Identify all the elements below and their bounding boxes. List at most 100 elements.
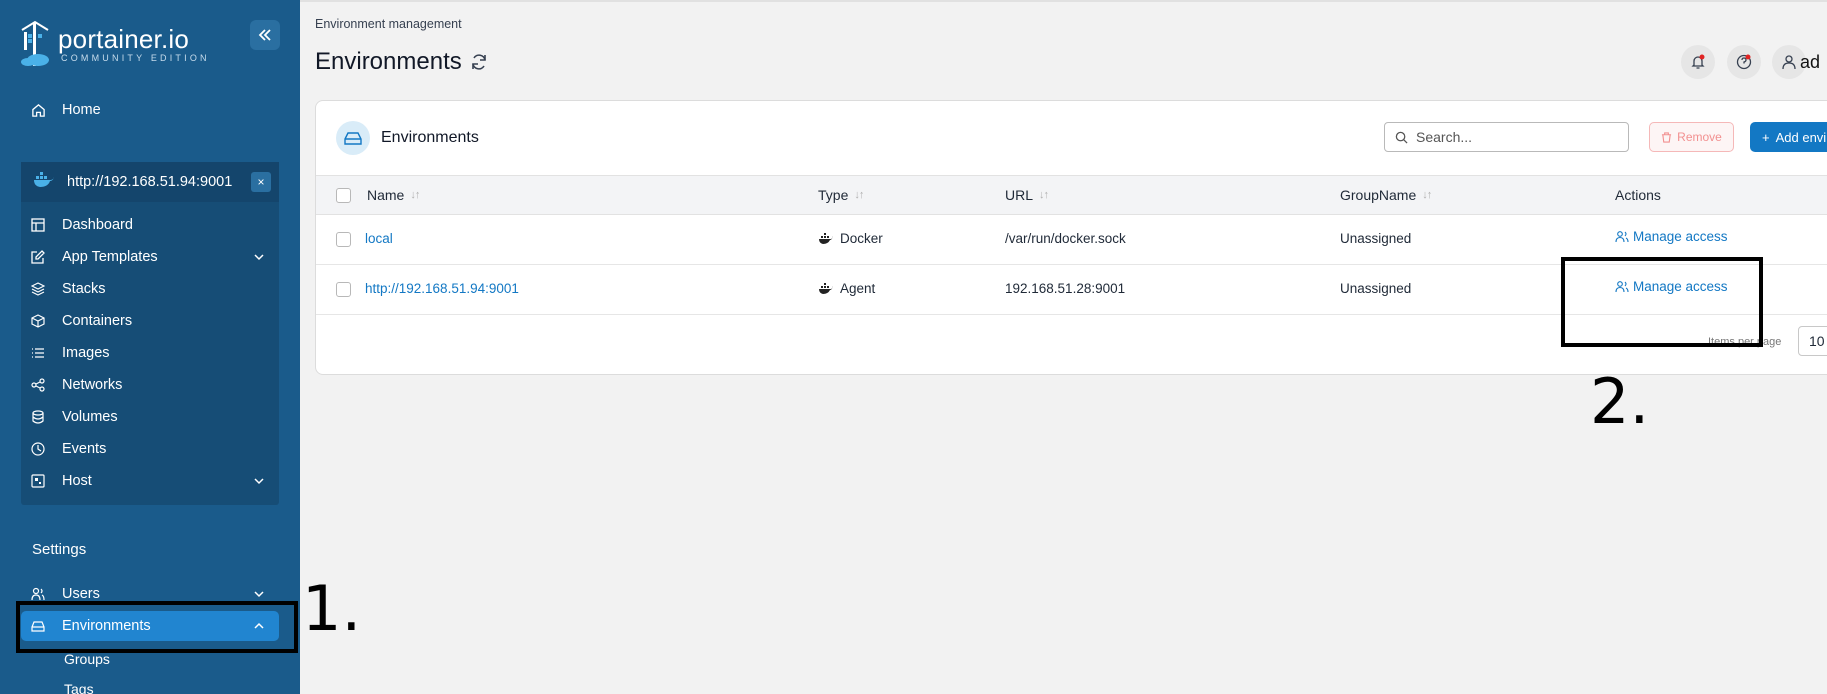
layers-icon bbox=[30, 281, 46, 297]
sidebar-item-app-templates[interactable]: App Templates bbox=[30, 243, 158, 271]
username[interactable]: ad bbox=[1800, 52, 1820, 73]
annotation-box-1 bbox=[16, 601, 298, 653]
sort-icon: ↓↑ bbox=[410, 189, 420, 201]
annotation-box-2 bbox=[1561, 257, 1763, 347]
docker-icon bbox=[819, 282, 833, 294]
users-icon bbox=[30, 586, 46, 602]
logo-subtitle: COMMUNITY EDITION bbox=[61, 53, 210, 63]
environment-type: Agent bbox=[818, 281, 875, 296]
help-button[interactable] bbox=[1727, 45, 1761, 79]
dashboard-icon bbox=[30, 217, 46, 233]
column-header-url[interactable]: URL ↓↑ bbox=[1005, 187, 1049, 203]
sort-icon: ↓↑ bbox=[1422, 189, 1432, 201]
help-icon bbox=[1736, 54, 1752, 70]
bell-icon bbox=[1691, 54, 1705, 69]
notifications-button[interactable] bbox=[1681, 45, 1715, 79]
sidebar-item-label: Users bbox=[62, 586, 100, 602]
page-title: Environments bbox=[315, 48, 488, 76]
user-icon bbox=[1782, 55, 1796, 70]
settings-section-title: Settings bbox=[32, 541, 87, 558]
column-header-actions: Actions bbox=[1615, 187, 1661, 203]
chevron-down-icon[interactable] bbox=[253, 589, 265, 599]
sidebar-item-label: Home bbox=[62, 102, 101, 118]
list-icon bbox=[30, 345, 46, 361]
sidebar-item-label: Stacks bbox=[62, 281, 106, 297]
sidebar-item-dashboard[interactable]: Dashboard bbox=[30, 211, 133, 239]
add-label: Add envi bbox=[1775, 129, 1827, 145]
breadcrumb: Environment management bbox=[315, 17, 462, 31]
sidebar-item-containers[interactable]: Containers bbox=[30, 307, 132, 335]
sidebar-item-volumes[interactable]: Volumes bbox=[30, 403, 118, 431]
sidebar-item-stacks[interactable]: Stacks bbox=[30, 275, 106, 303]
sidebar-item-networks[interactable]: Networks bbox=[30, 371, 122, 399]
search-icon bbox=[1395, 131, 1408, 144]
cpu-icon bbox=[30, 473, 46, 489]
docker-icon bbox=[819, 232, 833, 244]
environment-group: Unassigned bbox=[1340, 281, 1412, 296]
home-icon bbox=[30, 102, 46, 118]
sidebar: portainer.io COMMUNITY EDITION Home http… bbox=[0, 0, 300, 694]
column-header-groupname[interactable]: GroupName ↓↑ bbox=[1340, 187, 1432, 203]
manage-access-link[interactable]: Manage access bbox=[1615, 229, 1728, 244]
environment-type: Docker bbox=[818, 231, 883, 246]
row-checkbox[interactable] bbox=[336, 282, 351, 297]
chevron-down-icon[interactable] bbox=[253, 252, 265, 262]
sidebar-item-events[interactable]: Events bbox=[30, 435, 106, 463]
sidebar-item-label: Networks bbox=[62, 377, 123, 393]
card-title-text: Environments bbox=[381, 129, 479, 146]
select-all-checkbox[interactable] bbox=[336, 188, 351, 203]
sidebar-item-label: Dashboard bbox=[62, 217, 133, 233]
edit-icon bbox=[30, 249, 46, 265]
sidebar-item-host[interactable]: Host bbox=[30, 467, 92, 495]
sidebar-item-label: Events bbox=[62, 441, 107, 457]
docker-icon bbox=[33, 171, 55, 193]
share-icon bbox=[30, 377, 46, 393]
sidebar-item-label: App Templates bbox=[62, 249, 158, 265]
box-icon bbox=[30, 313, 46, 329]
card-title: Environments bbox=[336, 121, 479, 155]
environment-url: http://192.168.51.94:9001 bbox=[67, 174, 233, 190]
environment-name-link[interactable]: local bbox=[365, 231, 393, 246]
refresh-icon[interactable] bbox=[470, 53, 488, 71]
search-input[interactable] bbox=[1416, 129, 1616, 145]
top-border bbox=[300, 0, 1827, 2]
hard-drive-icon bbox=[336, 121, 370, 155]
items-per-page-select[interactable]: 10 bbox=[1798, 326, 1827, 356]
remove-button[interactable]: Remove bbox=[1649, 122, 1734, 152]
plus-icon: + bbox=[1762, 129, 1770, 145]
add-environment-button[interactable]: + Add envi bbox=[1750, 122, 1827, 152]
collapse-sidebar-button[interactable] bbox=[250, 20, 280, 50]
logo-name: portainer.io bbox=[58, 24, 190, 54]
sidebar-item-groups[interactable]: Groups bbox=[64, 651, 110, 667]
column-header-name[interactable]: Name ↓↑ bbox=[367, 187, 420, 203]
portainer-logo[interactable]: portainer.io COMMUNITY EDITION bbox=[18, 20, 210, 68]
sidebar-item-label: Host bbox=[62, 473, 92, 489]
search-box[interactable] bbox=[1384, 122, 1629, 152]
sidebar-item-label: Volumes bbox=[62, 409, 118, 425]
sidebar-item-label: Images bbox=[62, 345, 110, 361]
annotation-label-1: 1. bbox=[302, 572, 362, 645]
environment-url: 192.168.51.28:9001 bbox=[1005, 281, 1126, 296]
row-checkbox[interactable] bbox=[336, 232, 351, 247]
environment-group: Unassigned bbox=[1340, 231, 1412, 246]
environment-name-link[interactable]: http://192.168.51.94:9001 bbox=[365, 281, 519, 296]
sidebar-item-images[interactable]: Images bbox=[30, 339, 110, 367]
clock-icon bbox=[30, 441, 46, 457]
trash-icon bbox=[1662, 131, 1672, 143]
close-environment-button[interactable]: × bbox=[251, 172, 271, 192]
environment-url: /var/run/docker.sock bbox=[1005, 231, 1126, 246]
environment-header[interactable]: http://192.168.51.94:9001 × bbox=[21, 162, 279, 202]
sidebar-item-label: Containers bbox=[62, 313, 133, 329]
page-title-text: Environments bbox=[315, 48, 462, 75]
sidebar-item-tags[interactable]: Tags bbox=[64, 681, 94, 694]
sidebar-item-home[interactable]: Home bbox=[30, 96, 101, 124]
database-icon bbox=[30, 409, 46, 425]
sort-icon: ↓↑ bbox=[854, 189, 864, 201]
table-header: Name ↓↑ Type ↓↑ URL ↓↑ GroupName ↓↑ Actions bbox=[316, 175, 1827, 215]
users-icon bbox=[1615, 230, 1629, 242]
chevron-down-icon[interactable] bbox=[253, 476, 265, 486]
column-header-type[interactable]: Type ↓↑ bbox=[818, 187, 864, 203]
remove-label: Remove bbox=[1677, 130, 1722, 144]
double-chevron-left-icon bbox=[258, 29, 271, 41]
sort-icon: ↓↑ bbox=[1039, 189, 1049, 201]
